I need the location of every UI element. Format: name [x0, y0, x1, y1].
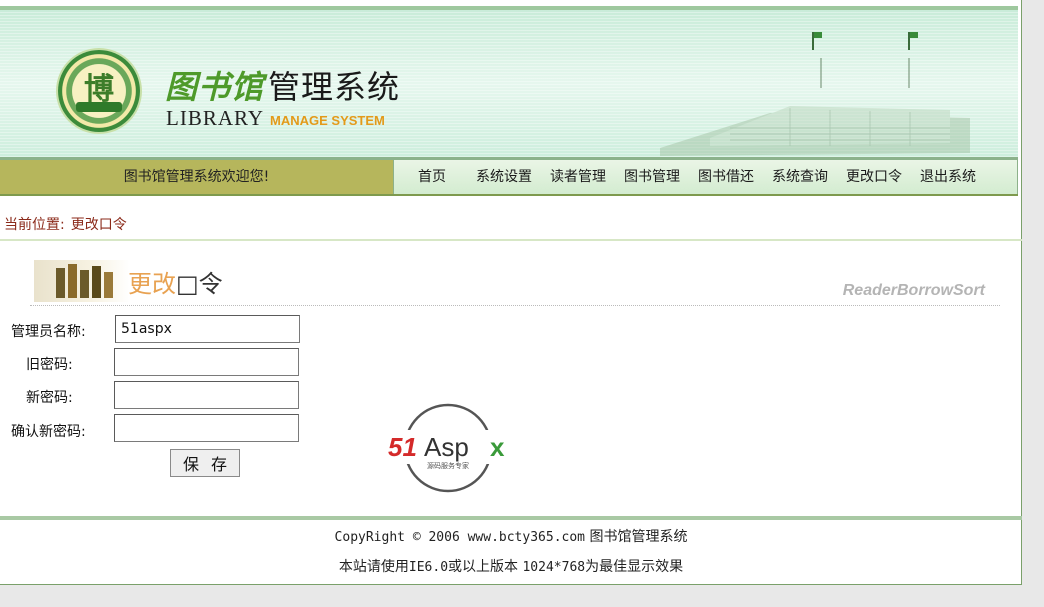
copyright-text: CopyRight © 2006 www.bcty365.com [334, 530, 585, 545]
site-title-manage: MANAGE SYSTEM [270, 113, 385, 128]
nav-item-reader-management[interactable]: 读者管理 [550, 160, 606, 194]
browser-note-prefix: 本站请使用 [338, 559, 409, 575]
save-button[interactable]: 保存 [170, 449, 240, 477]
logo-tagline: 源码服务专家 [427, 461, 469, 470]
building-illustration-icon [660, 58, 970, 156]
nav-item-book-management[interactable]: 图书管理 [624, 160, 680, 194]
divider [0, 239, 1022, 241]
footer-copyright: CopyRight © 2006 www.bcty365.com 图书馆管理系统 [0, 526, 1022, 546]
nav-bar: 图书馆管理系统欢迎您! 首页 系统设置 读者管理 图书管理 图书借还 系统查询 … [0, 160, 1018, 196]
section-title-part2: □令 [176, 270, 223, 298]
51aspx-logo-icon: 51 Asp x 源码服务专家 [388, 403, 512, 493]
section-header: 更改□令 ReaderBorrowSort [30, 254, 1000, 306]
nav-item-system-settings[interactable]: 系统设置 [476, 160, 532, 194]
site-title-rest: 管理系统 [268, 68, 401, 106]
nav-item-logout[interactable]: 退出系统 [920, 160, 976, 194]
books-graphic-icon [34, 260, 130, 302]
site-title-en: LIBRARY MANAGE SYSTEM [166, 106, 385, 131]
breadcrumb: 当前位置: 更改口令 [4, 214, 127, 234]
breadcrumb-current: 更改口令 [70, 217, 127, 233]
confirm-password-input[interactable] [114, 414, 299, 442]
library-seal-icon: 博 [58, 50, 140, 132]
header-banner: 博 图书馆 管理系统 LIBRARY MANAGE SYSTEM [0, 6, 1018, 160]
section-subtitle: ReaderBorrowSort [842, 282, 985, 299]
admin-name-input[interactable] [115, 315, 300, 343]
footer-divider [0, 516, 1022, 520]
section-title-part1: 更改 [128, 270, 176, 298]
nav-item-home[interactable]: 首页 [418, 160, 446, 194]
logo-brand-green: x [490, 432, 505, 462]
seal-band [76, 102, 122, 112]
flag-icon [908, 32, 918, 50]
footer-browser-note: 本站请使用IE6.0或以上版本 1024*768为最佳显示效果 [0, 556, 1022, 576]
logo-brand-black: Asp [424, 432, 469, 462]
nav-menu: 首页 系统设置 读者管理 图书管理 图书借还 系统查询 更改口令 退出系统 [393, 160, 1018, 194]
nav-item-borrow-return[interactable]: 图书借还 [698, 160, 754, 194]
old-password-label: 旧密码: [26, 357, 73, 373]
flag-icon [812, 32, 822, 50]
logo-brand-red: 51 [388, 432, 417, 462]
copyright-site-name: 图书馆管理系统 [589, 529, 688, 545]
nav-item-change-password[interactable]: 更改口令 [846, 160, 902, 194]
nav-item-system-query[interactable]: 系统查询 [772, 160, 828, 194]
site-title-cn: 图书馆 管理系统 [165, 62, 400, 108]
welcome-text: 图书馆管理系统欢迎您! [0, 160, 393, 194]
site-title-library: LIBRARY [166, 106, 265, 130]
browser-note-suffix: 为最佳显示效果 [585, 559, 684, 575]
breadcrumb-label: 当前位置: [4, 217, 65, 233]
new-password-input[interactable] [114, 381, 299, 409]
section-title: 更改□令 [128, 264, 223, 299]
page-frame: 博 图书馆 管理系统 LIBRARY MANAGE SYSTEM 图书馆管理系统… [0, 0, 1022, 585]
old-password-input[interactable] [114, 348, 299, 376]
site-title-calligraphy: 图书馆 [165, 68, 265, 106]
browser-note-resolution: 1024*768 [522, 560, 586, 575]
admin-name-label: 管理员名称: [11, 324, 86, 340]
new-password-label: 新密码: [26, 390, 73, 406]
browser-note-mid: 或以上版本 [448, 559, 519, 575]
confirm-password-label: 确认新密码: [11, 424, 86, 440]
browser-note-version: IE6.0 [408, 560, 449, 575]
